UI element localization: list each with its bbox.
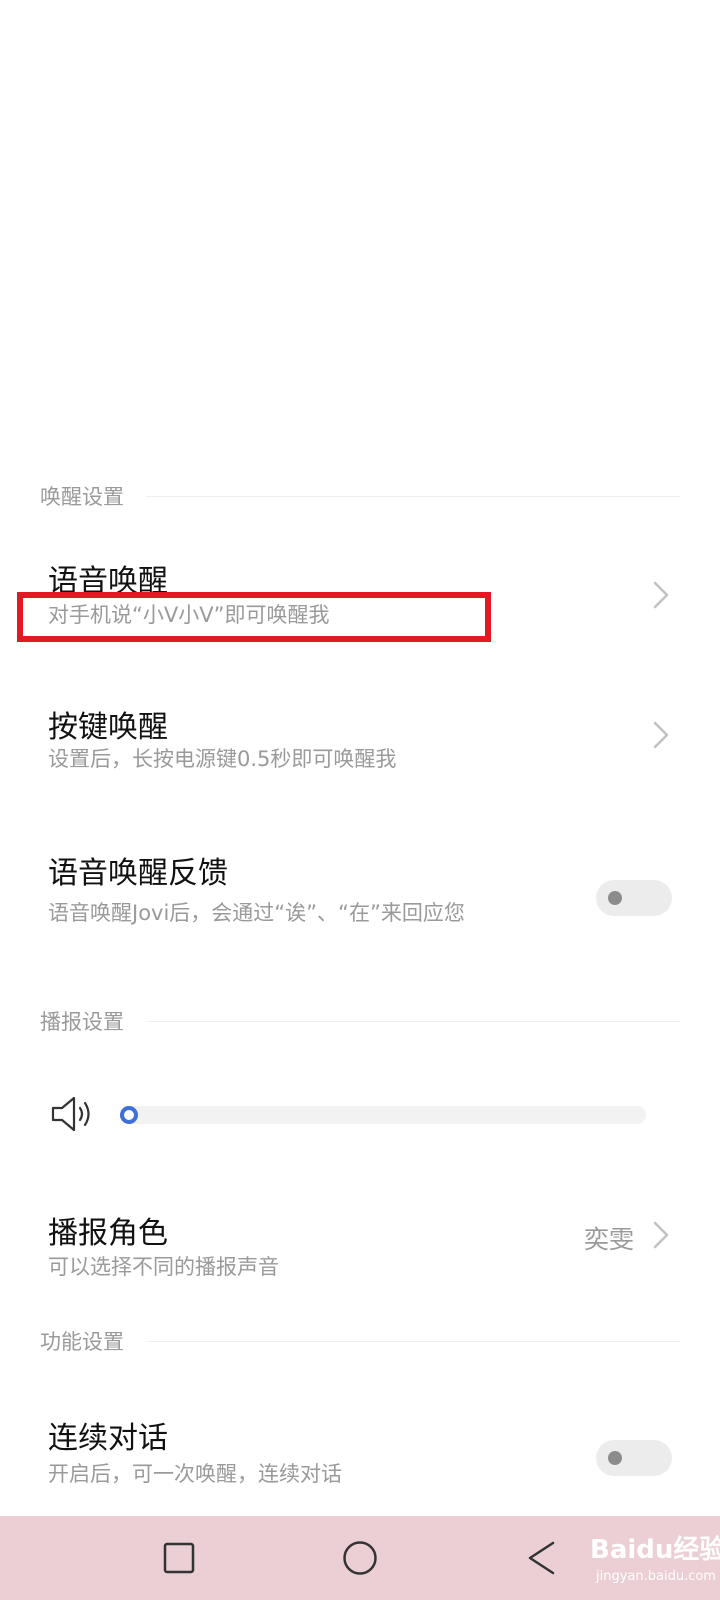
wake-feedback-item: 语音唤醒反馈 语音唤醒Jovi后，会通过“诶”、“在”来回应您 bbox=[0, 830, 720, 970]
toggle-knob bbox=[608, 1451, 622, 1465]
back-triangle-icon bbox=[528, 1541, 555, 1575]
home-button[interactable] bbox=[312, 1516, 408, 1600]
section-header-wake: 唤醒设置 bbox=[40, 481, 680, 511]
continuous-dialog-toggle[interactable] bbox=[596, 1440, 672, 1476]
section-title-wake: 唤醒设置 bbox=[40, 485, 124, 509]
voice-role-title: 播报角色 bbox=[48, 1216, 168, 1251]
volume-slider-track[interactable] bbox=[120, 1106, 646, 1124]
square-icon bbox=[163, 1542, 195, 1574]
wake-feedback-toggle[interactable] bbox=[596, 880, 672, 916]
section-divider bbox=[146, 1020, 680, 1022]
continuous-dialog-title: 连续对话 bbox=[48, 1421, 168, 1456]
circle-icon bbox=[343, 1541, 377, 1575]
section-header-broadcast: 播报设置 bbox=[40, 1006, 680, 1036]
chevron-right-icon bbox=[653, 1221, 669, 1249]
volume-slider-thumb[interactable] bbox=[120, 1106, 138, 1124]
voice-role-subtitle: 可以选择不同的播报声音 bbox=[48, 1255, 279, 1279]
back-button[interactable] bbox=[492, 1516, 588, 1600]
section-divider bbox=[146, 495, 680, 497]
wake-feedback-title: 语音唤醒反馈 bbox=[48, 856, 228, 891]
baidu-jingyan-watermark: Baidu经验 jingyan.baidu.com bbox=[590, 1519, 720, 1595]
watermark-url: jingyan.baidu.com bbox=[596, 1569, 716, 1584]
key-wake-subtitle: 设置后，长按电源键0.5秒即可唤醒我 bbox=[48, 747, 397, 771]
key-wake-item[interactable]: 按键唤醒 设置后，长按电源键0.5秒即可唤醒我 bbox=[0, 680, 720, 790]
section-divider bbox=[146, 1340, 680, 1342]
section-title-function: 功能设置 bbox=[40, 1330, 124, 1354]
speaker-icon bbox=[51, 1096, 90, 1132]
section-header-function: 功能设置 bbox=[40, 1326, 680, 1356]
section-title-broadcast: 播报设置 bbox=[40, 1010, 124, 1034]
toggle-knob bbox=[608, 891, 622, 905]
recent-apps-button[interactable] bbox=[131, 1516, 227, 1600]
voice-role-item[interactable]: 播报角色 可以选择不同的播报声音 奕雯 bbox=[0, 1190, 720, 1290]
chevron-right-icon bbox=[653, 721, 669, 749]
chevron-right-icon bbox=[653, 581, 669, 609]
voice-role-value: 奕雯 bbox=[583, 1225, 634, 1254]
continuous-dialog-subtitle: 开启后，可一次唤醒，连续对话 bbox=[48, 1462, 342, 1486]
watermark-logo-text: Baidu经验 bbox=[590, 1535, 720, 1565]
highlight-annotation-box bbox=[17, 592, 491, 642]
continuous-dialog-item: 连续对话 开启后，可一次唤醒，连续对话 bbox=[0, 1395, 720, 1505]
wake-feedback-subtitle: 语音唤醒Jovi后，会通过“诶”、“在”来回应您 bbox=[48, 901, 465, 925]
key-wake-title: 按键唤醒 bbox=[48, 710, 168, 745]
